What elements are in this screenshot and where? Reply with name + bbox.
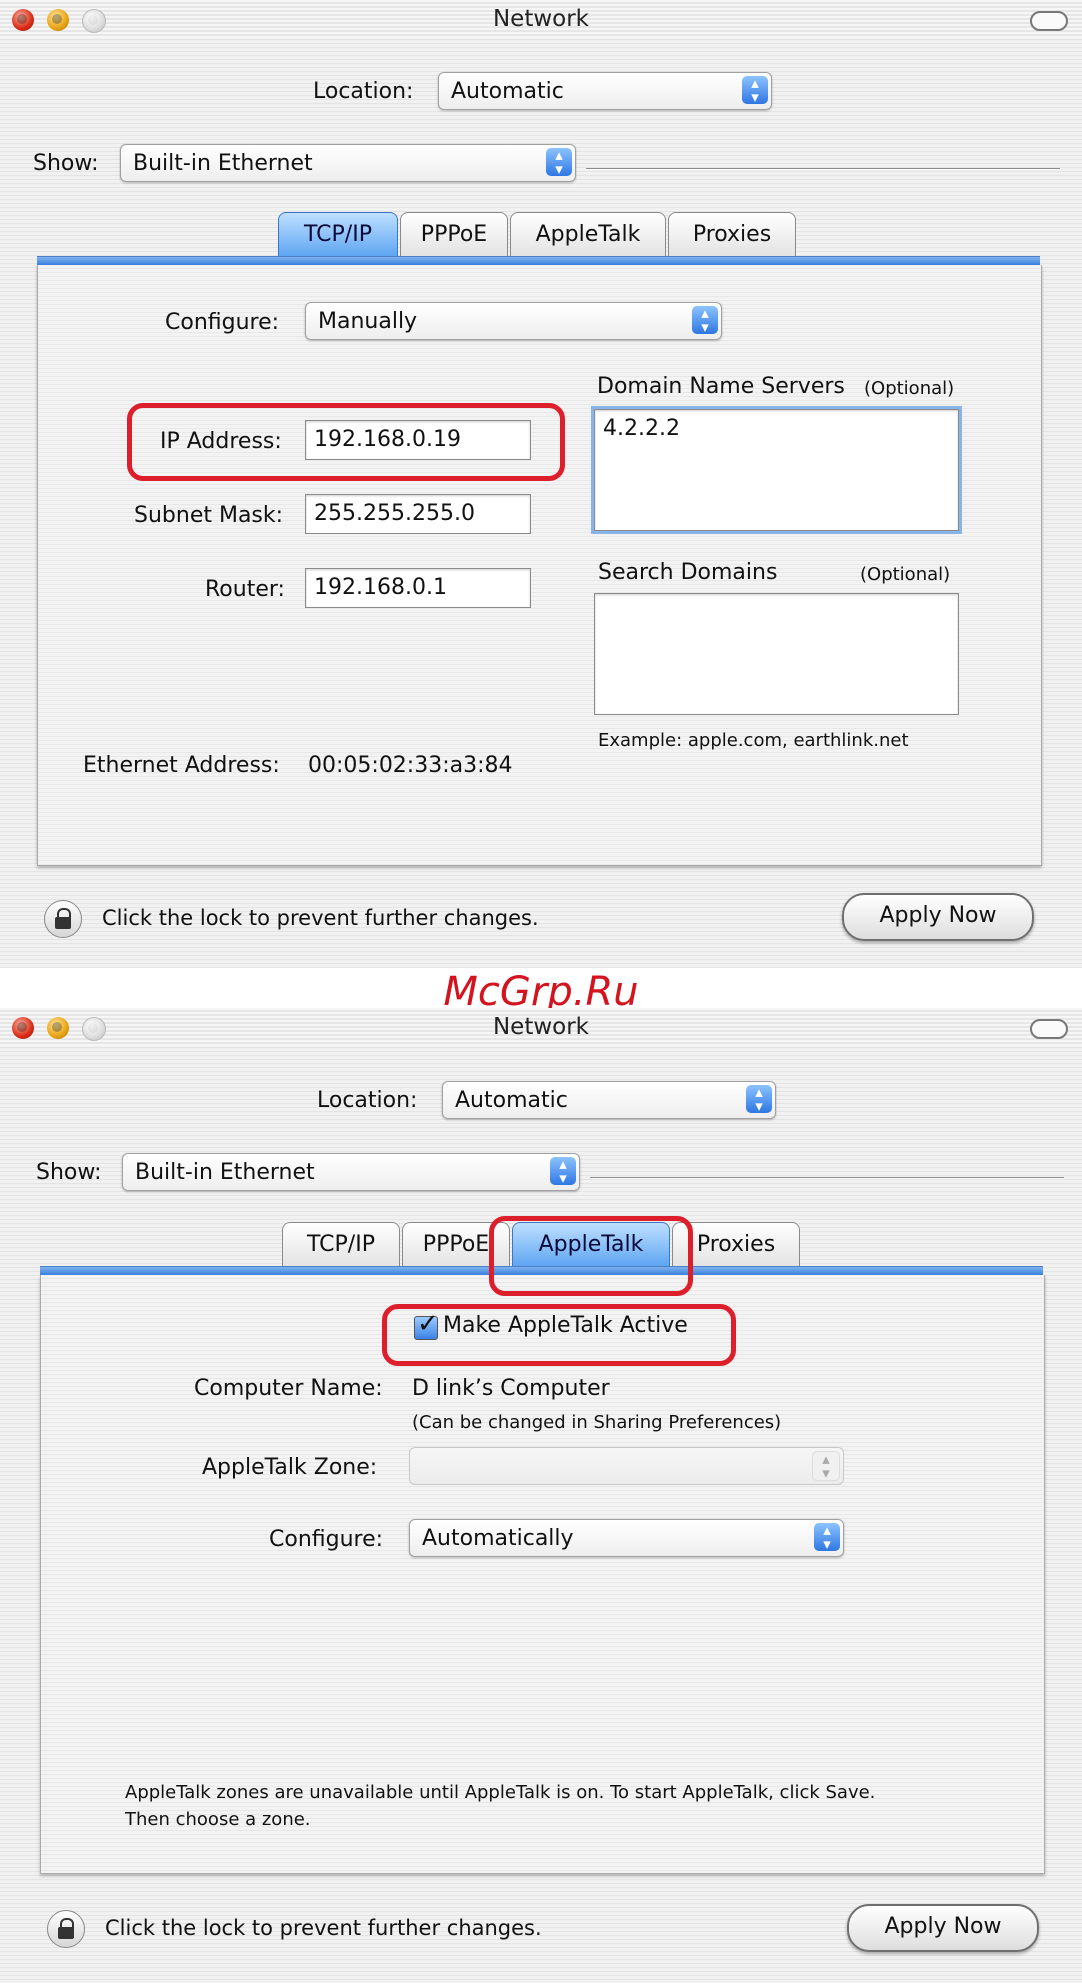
search-domains-field[interactable] xyxy=(594,593,959,715)
ip-address-highlight xyxy=(127,403,565,481)
popup-arrows-icon: ▴ ▾ xyxy=(812,1451,840,1481)
location-popup[interactable]: Automatic ▴ ▾ xyxy=(442,1081,776,1119)
title-bar: Network xyxy=(0,0,1082,38)
computer-name-value: D link’s Computer xyxy=(412,1376,610,1401)
location-label: Location: xyxy=(317,1088,418,1113)
location-popup[interactable]: Automatic ▴ ▾ xyxy=(438,72,772,110)
configure-popup[interactable]: Automatically ▴ ▾ xyxy=(409,1519,844,1557)
ethernet-address-label: Ethernet Address: xyxy=(83,753,280,778)
lock-icon[interactable] xyxy=(47,1910,85,1948)
router-label: Router: xyxy=(205,577,285,602)
subnet-mask-label: Subnet Mask: xyxy=(134,503,284,528)
search-optional-label: (Optional) xyxy=(860,564,951,585)
configure-value: Automatically xyxy=(422,1526,574,1551)
tab-proxies[interactable]: Proxies xyxy=(668,212,796,256)
configure-value: Manually xyxy=(318,309,418,334)
toolbar-toggle-icon[interactable] xyxy=(1030,1019,1068,1039)
network-window-tcpip: Network Location: Automatic ▴ ▾ Show: Bui… xyxy=(0,0,1082,968)
dns-label: Domain Name Servers xyxy=(597,374,845,399)
network-window-appletalk: Network Location: Automatic ▴ ▾ Show: Bui… xyxy=(0,1008,1082,1983)
appletalk-info-line-2: Then choose a zone. xyxy=(125,1809,311,1830)
window-title: Network xyxy=(492,6,590,32)
router-field[interactable]: 192.168.0.1 xyxy=(305,568,531,608)
location-label: Location: xyxy=(313,79,414,104)
popup-arrows-icon: ▴ ▾ xyxy=(742,76,768,105)
computer-name-label: Computer Name: xyxy=(194,1376,383,1401)
popup-arrows-icon: ▴ ▾ xyxy=(746,1085,772,1114)
configure-label: Configure: xyxy=(269,1527,384,1552)
window-title: Network xyxy=(492,1014,590,1040)
separator-line xyxy=(586,168,1060,170)
show-value: Built-in Ethernet xyxy=(133,151,313,176)
show-popup[interactable]: Built-in Ethernet ▴ ▾ xyxy=(120,144,576,182)
lock-message: Click the lock to prevent further change… xyxy=(105,1916,542,1940)
apply-now-button[interactable]: Apply Now xyxy=(842,893,1034,941)
tab-tcpip[interactable]: TCP/IP xyxy=(282,1222,400,1266)
tab-appletalk[interactable]: AppleTalk xyxy=(510,212,666,256)
computer-name-note: (Can be changed in Sharing Preferences) xyxy=(412,1412,782,1433)
search-domains-label: Search Domains xyxy=(598,560,778,585)
tab-tcpip[interactable]: TCP/IP xyxy=(278,212,398,256)
configure-popup[interactable]: Manually ▴ ▾ xyxy=(305,302,722,340)
search-example-text: Example: apple.com, earthlink.net xyxy=(598,730,909,751)
show-label: Show: xyxy=(36,1160,102,1185)
popup-arrows-icon: ▴ ▾ xyxy=(692,306,718,335)
tab-strip xyxy=(37,256,1040,265)
lock-message: Click the lock to prevent further change… xyxy=(102,906,539,930)
dns-servers-field[interactable]: 4.2.2.2 xyxy=(594,409,959,531)
popup-arrows-icon: ▴ ▾ xyxy=(546,148,572,177)
subnet-mask-field[interactable]: 255.255.255.0 xyxy=(305,494,531,534)
ethernet-address-value: 00:05:02:33:a3:84 xyxy=(308,753,513,778)
toolbar-toggle-icon[interactable] xyxy=(1030,11,1068,31)
title-bar: Network xyxy=(0,1008,1082,1046)
popup-arrows-icon: ▴ ▾ xyxy=(814,1523,840,1552)
appletalk-zone-label: AppleTalk Zone: xyxy=(202,1455,378,1480)
appletalk-checkbox-highlight xyxy=(382,1304,736,1366)
show-value: Built-in Ethernet xyxy=(135,1160,315,1185)
show-label: Show: xyxy=(33,151,99,176)
tab-pppoe[interactable]: PPPoE xyxy=(400,212,508,256)
appletalk-tab-highlight xyxy=(489,1216,693,1296)
location-value: Automatic xyxy=(451,79,564,104)
appletalk-info-line-1: AppleTalk zones are unavailable until Ap… xyxy=(125,1782,876,1803)
apply-now-button[interactable]: Apply Now xyxy=(847,1904,1039,1952)
configure-label: Configure: xyxy=(165,310,280,335)
dns-optional-label: (Optional) xyxy=(864,378,955,399)
popup-arrows-icon: ▴ ▾ xyxy=(550,1157,576,1186)
lock-icon[interactable] xyxy=(44,900,82,938)
show-popup[interactable]: Built-in Ethernet ▴ ▾ xyxy=(122,1153,580,1191)
separator-line xyxy=(590,1177,1064,1179)
location-value: Automatic xyxy=(455,1088,568,1113)
tcpip-panel: Configure: Manually ▴ ▾ IP Address: 192.1… xyxy=(37,265,1042,866)
appletalk-zone-popup: ▴ ▾ xyxy=(409,1447,844,1485)
